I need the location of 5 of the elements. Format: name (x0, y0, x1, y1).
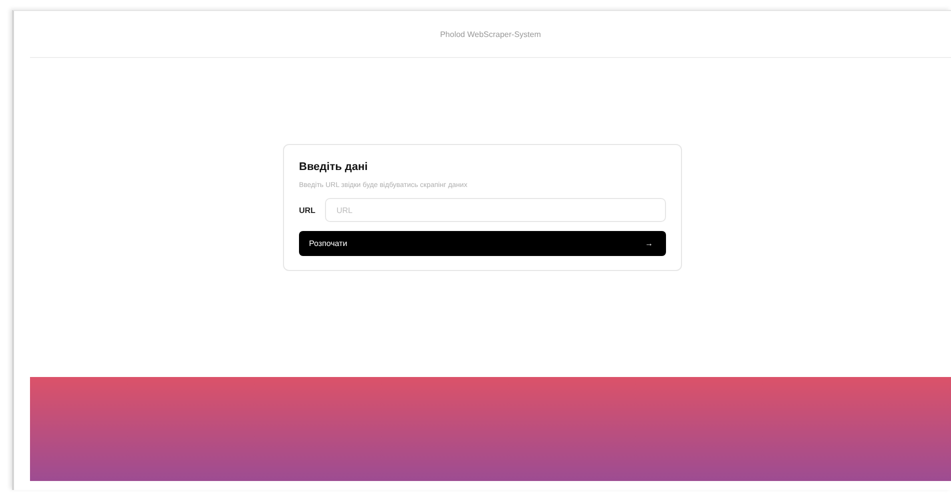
form-title: Введіть дані (299, 161, 369, 173)
start-button[interactable]: Розпочати → (299, 231, 666, 256)
field-label: URL (299, 206, 316, 214)
url-field[interactable]: URL (325, 198, 666, 222)
site-title: Pholod WebScraper-System (440, 30, 541, 38)
